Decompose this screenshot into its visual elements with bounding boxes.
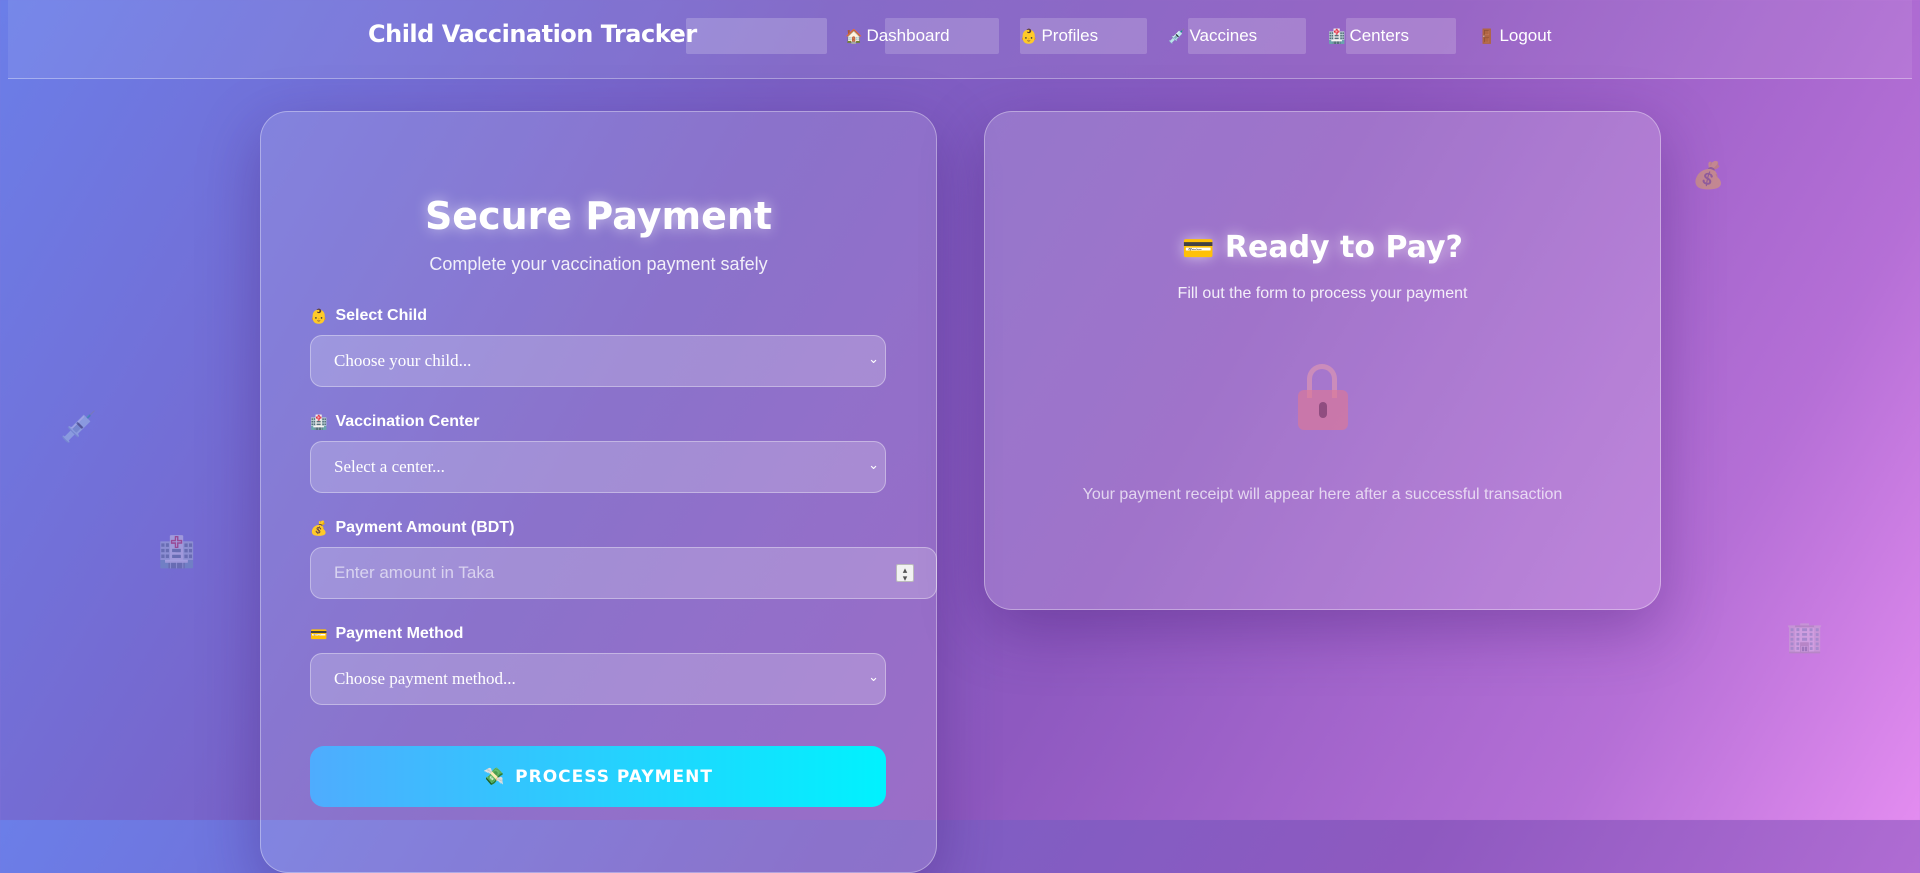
credit-card-icon: 💳	[310, 625, 328, 642]
receipt-preview-card: 💳 Ready to Pay? Fill out the form to pro…	[984, 111, 1661, 610]
ready-title-text: Ready to Pay?	[1224, 230, 1463, 265]
select-child-label: 👶 Select Child	[310, 307, 427, 325]
chevron-down-icon: ⌄	[868, 351, 879, 366]
money-bag-icon: 💰	[310, 519, 328, 536]
select-child-value: Choose your child...	[334, 351, 472, 370]
payment-method-dropdown[interactable]: Choose payment method... ⌄	[310, 653, 886, 705]
payment-amount-label-text: Payment Amount (BDT)	[335, 519, 515, 536]
nav-vaccines-label: Vaccines	[1189, 26, 1258, 45]
process-payment-label: PROCESS PAYMENT	[515, 766, 713, 787]
number-spinner-icon[interactable]: ▴ ▾	[896, 564, 914, 583]
vaccination-center-label-text: Vaccination Center	[335, 413, 480, 430]
nav-profiles-label: Profiles	[1041, 26, 1099, 45]
payment-amount-placeholder: Enter amount in Taka	[334, 563, 495, 582]
nav-profiles[interactable]: 👶 Profiles	[1020, 18, 1147, 54]
hospital-decor-icon: 🏥	[158, 536, 196, 569]
payment-method-value: Choose payment method...	[334, 669, 516, 688]
hospital-icon: 🏥	[310, 413, 328, 430]
payment-amount-input[interactable]: Enter amount in Taka ▴ ▾	[310, 547, 937, 599]
credit-card-icon: 💳	[1182, 234, 1215, 264]
payment-amount-label: 💰 Payment Amount (BDT)	[310, 519, 514, 537]
nav-dashboard-label: Dashboard	[866, 26, 950, 45]
app-brand[interactable]: Child Vaccination Tracker	[368, 20, 697, 48]
nav-vaccines[interactable]: 💉 Vaccines	[1168, 18, 1306, 54]
money-bag-decor-icon: 💰	[1692, 160, 1725, 190]
money-wings-icon: 💸	[483, 766, 506, 787]
payment-subtitle: Complete your vaccination payment safely	[429, 254, 768, 274]
baby-icon: 👶	[1020, 27, 1038, 44]
chevron-down-icon: ⌄	[868, 669, 879, 684]
vaccination-center-label: 🏥 Vaccination Center	[310, 413, 479, 431]
nav-dashboard[interactable]: 🏠 Dashboard	[845, 18, 999, 54]
hospital-icon: 🏥	[1328, 27, 1346, 44]
ready-title: 💳 Ready to Pay?	[985, 230, 1660, 265]
baby-icon: 👶	[310, 307, 328, 324]
payment-title: Secure Payment	[424, 194, 773, 238]
payment-method-label-text: Payment Method	[335, 625, 464, 642]
select-child-label-text: Select Child	[335, 307, 428, 324]
nav-logout-label: Logout	[1499, 26, 1552, 45]
top-navbar: Child Vaccination Tracker 🏠 Dashboard 👶 …	[8, 0, 1912, 79]
process-payment-button[interactable]: 💸 PROCESS PAYMENT	[310, 746, 886, 807]
payment-method-label: 💳 Payment Method	[310, 625, 463, 643]
nav-blank-slot	[686, 18, 827, 54]
door-icon: 🚪	[1478, 27, 1496, 44]
house-icon: 🏠	[845, 27, 863, 44]
nav-logout[interactable]: 🚪 Logout	[1478, 18, 1551, 54]
nav-centers-label: Centers	[1349, 26, 1409, 45]
syringe-decor-icon: 💉	[60, 411, 98, 444]
ready-subtitle: Fill out the form to process your paymen…	[1177, 285, 1468, 302]
building-decor-icon: 🏢	[1786, 621, 1824, 654]
vaccination-center-value: Select a center...	[334, 457, 445, 476]
select-child-dropdown[interactable]: Choose your child... ⌄	[310, 335, 886, 387]
receipt-note: Your payment receipt will appear here af…	[1082, 486, 1563, 503]
syringe-icon: 💉	[1168, 27, 1186, 44]
nav-centers[interactable]: 🏥 Centers	[1328, 18, 1456, 54]
payment-form-card: Secure Payment Complete your vaccination…	[260, 111, 937, 873]
chevron-down-icon: ⌄	[868, 457, 879, 472]
vaccination-center-dropdown[interactable]: Select a center... ⌄	[310, 441, 886, 493]
lock-icon	[1298, 364, 1350, 430]
